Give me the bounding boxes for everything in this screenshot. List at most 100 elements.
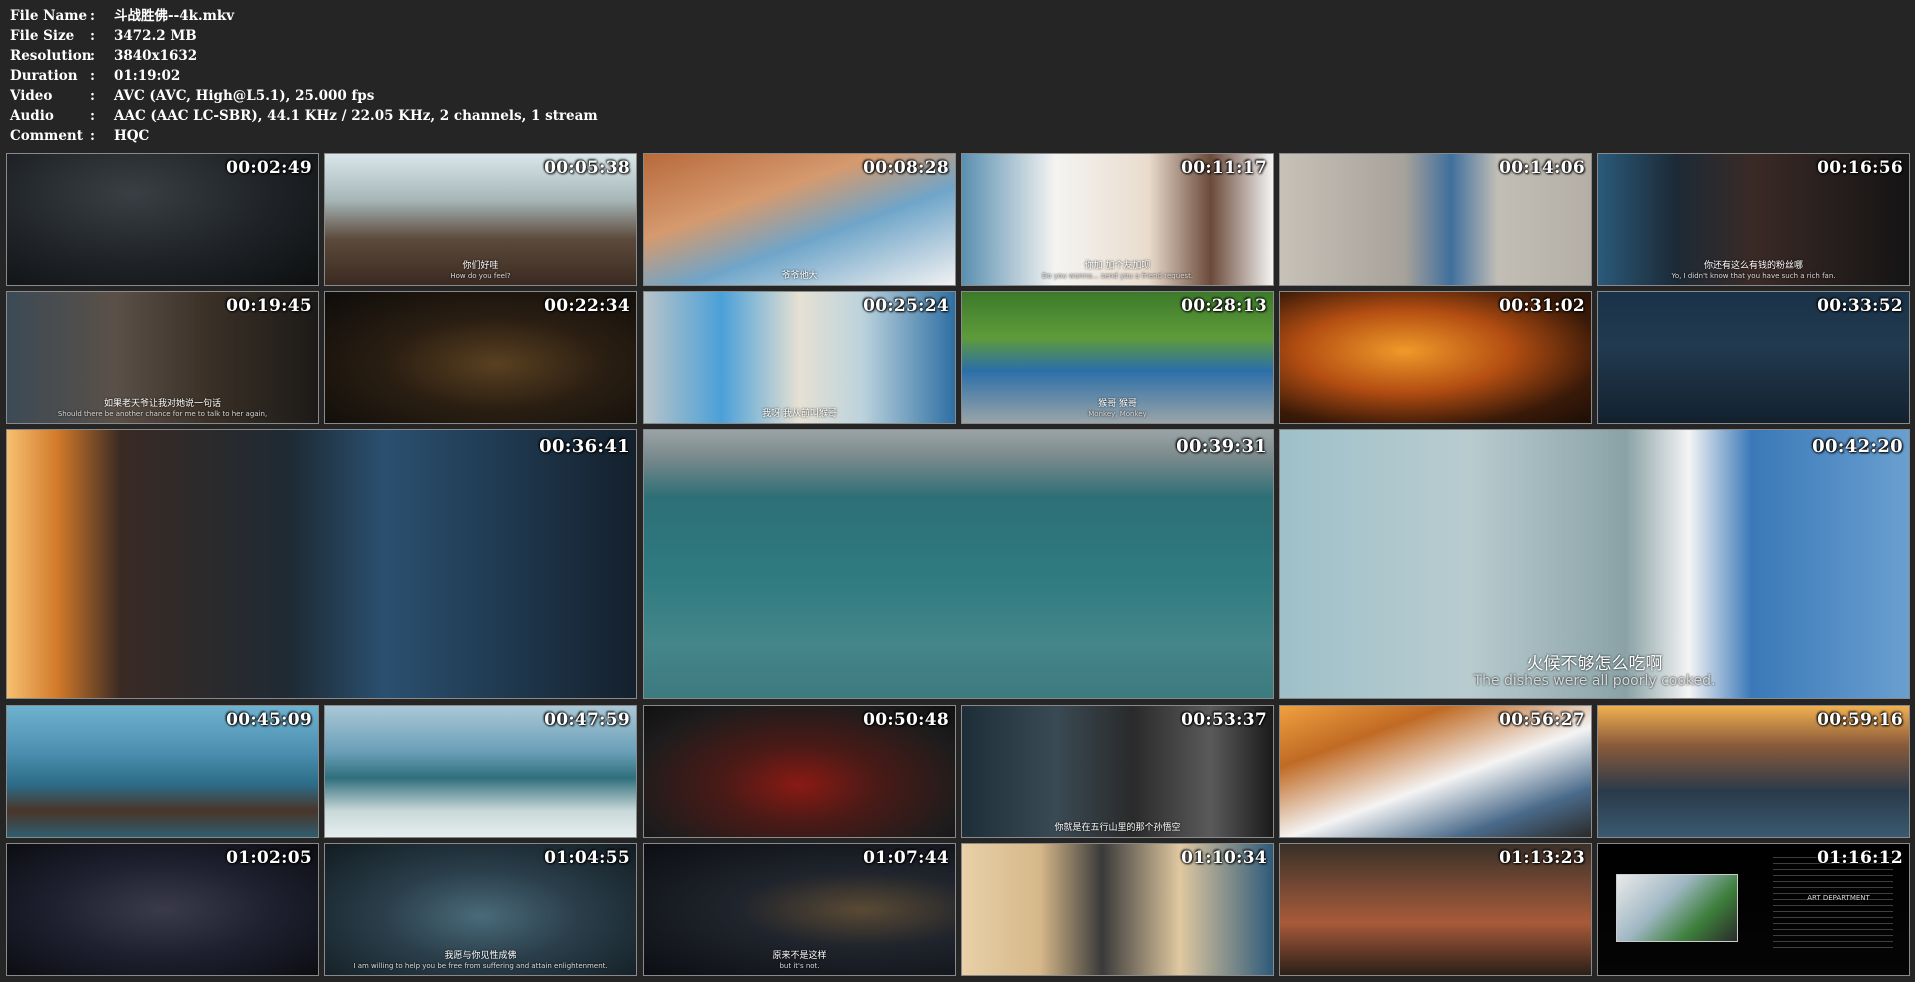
timestamp-label: 00:05:38 xyxy=(544,158,630,178)
timestamp-label: 00:08:28 xyxy=(863,158,949,178)
subtitle-chinese: 你加 加个友加呗 xyxy=(1084,261,1151,271)
timestamp-label: 00:11:17 xyxy=(1181,158,1267,178)
subtitle-chinese: 原来不是这样 xyxy=(772,951,827,961)
subtitle-english: The dishes were all poorly cooked. xyxy=(1473,673,1716,689)
timestamp-label: 00:31:02 xyxy=(1499,296,1585,316)
thumbnail: 00:53:37 你就是在五行山里的那个孙悟空 xyxy=(961,705,1274,838)
thumbnail: 00:31:02 xyxy=(1279,291,1592,424)
timestamp-label: 01:16:12 xyxy=(1817,848,1903,868)
info-colon: : xyxy=(90,108,95,124)
thumbnail: 00:25:24 我呀 我从前叫猴哥 xyxy=(643,291,956,424)
subtitle: 你们好哇 How do you feel? xyxy=(325,261,636,281)
timestamp-label: 00:45:09 xyxy=(226,710,312,730)
timestamp-label: 01:10:34 xyxy=(1181,848,1267,868)
timestamp-label: 00:28:13 xyxy=(1181,296,1267,316)
thumbnail: 00:39:31 xyxy=(643,429,1274,699)
subtitle: 我呀 我从前叫猴哥 xyxy=(644,409,955,419)
timestamp-label: 00:02:49 xyxy=(226,158,312,178)
timestamp-label: 00:42:20 xyxy=(1812,436,1903,457)
thumbnail: 00:05:38 你们好哇 How do you feel? xyxy=(324,153,637,286)
subtitle-english: How do you feel? xyxy=(450,272,511,280)
info-value: AAC (AAC LC-SBR), 44.1 KHz / 22.05 KHz, … xyxy=(114,108,598,124)
info-row: Audio: AAC (AAC LC-SBR), 44.1 KHz / 22.05… xyxy=(10,106,598,126)
subtitle: 你加 加个友加呗 Do you wanna... send you a frien… xyxy=(962,261,1273,281)
credits-photo xyxy=(1616,874,1738,942)
thumbnail: 00:56:27 xyxy=(1279,705,1592,838)
subtitle: 原来不是这样 but it's not. xyxy=(644,951,955,971)
thumbnail: 01:13:23 xyxy=(1279,843,1592,976)
subtitle-english: Do you wanna... send you a friend reques… xyxy=(1041,272,1194,280)
thumbnail: 00:45:09 xyxy=(6,705,319,838)
info-value: 3840x1632 xyxy=(114,48,198,64)
info-value: 3472.2 MB xyxy=(114,28,197,44)
timestamp-label: 00:22:34 xyxy=(544,296,630,316)
timestamp-label: 00:56:27 xyxy=(1499,710,1585,730)
info-colon: : xyxy=(90,28,95,44)
thumbnail: 00:22:34 xyxy=(324,291,637,424)
subtitle-english: but it's not. xyxy=(779,962,820,970)
subtitle: 火候不够怎么吃啊 The dishes were all poorly cooke… xyxy=(1280,656,1909,690)
subtitle: 猴哥 猴哥 Monkey, Monkey xyxy=(962,399,1273,419)
info-row: File Name: 斗战胜佛--4k.mkv xyxy=(10,6,598,26)
subtitle: 如果老天爷让我对她说一句话 Should there be another cha… xyxy=(7,399,318,419)
info-row: Comment: HQC xyxy=(10,126,598,146)
timestamp-label: 01:02:05 xyxy=(226,848,312,868)
timestamp-label: 01:07:44 xyxy=(863,848,949,868)
info-colon: : xyxy=(90,88,95,104)
thumbnail: 00:16:56 你还有这么有钱的粉丝哪 Yo, I didn't know tha… xyxy=(1597,153,1910,286)
info-row: File Size: 3472.2 MB xyxy=(10,26,598,46)
subtitle: 我愿与你见性成佛 I am willing to help you be free… xyxy=(325,951,636,971)
subtitle-chinese: 如果老天爷让我对她说一句话 xyxy=(103,399,221,409)
timestamp-label: 00:25:24 xyxy=(863,296,949,316)
timestamp-label: 00:33:52 xyxy=(1817,296,1903,316)
thumbnail: 00:36:41 xyxy=(6,429,637,699)
subtitle-chinese: 猴哥 猴哥 xyxy=(1098,399,1137,409)
subtitle-english: Monkey, Monkey xyxy=(1088,410,1147,418)
thumbnail: 00:14:06 xyxy=(1279,153,1592,286)
info-value: HQC xyxy=(114,128,150,144)
subtitle: ART DEPARTMENT xyxy=(1768,893,1909,903)
info-label: Resolution xyxy=(10,48,92,64)
timestamp-label: 00:50:48 xyxy=(863,710,949,730)
info-colon: : xyxy=(90,128,95,144)
timestamp-label: 00:16:56 xyxy=(1817,158,1903,178)
thumbnail: 00:50:48 xyxy=(643,705,956,838)
subtitle-english: I am willing to help you be free from su… xyxy=(353,962,608,970)
subtitle-chinese: 你们好哇 xyxy=(462,261,499,271)
timestamp-label: 01:04:55 xyxy=(544,848,630,868)
timestamp-label: 00:47:59 xyxy=(544,710,630,730)
thumbnail: 00:19:45 如果老天爷让我对她说一句话 Should there be ano… xyxy=(6,291,319,424)
info-row: Resolution: 3840x1632 xyxy=(10,46,598,66)
subtitle-english: Yo, I didn't know that you have such a r… xyxy=(1671,272,1836,280)
subtitle-english: Should there be another chance for me to… xyxy=(57,410,268,418)
timestamp-label: 00:39:31 xyxy=(1176,436,1267,457)
thumbnail: 00:11:17 你加 加个友加呗 Do you wanna... send you… xyxy=(961,153,1274,286)
info-label: Audio xyxy=(10,108,54,124)
timestamp-label: 01:13:23 xyxy=(1499,848,1585,868)
thumbnail: 00:47:59 xyxy=(324,705,637,838)
thumbnail-image xyxy=(644,430,1273,698)
subtitle-chinese: 你就是在五行山里的那个孙悟空 xyxy=(1054,823,1181,833)
info-label: File Size xyxy=(10,28,75,44)
info-colon: : xyxy=(90,48,95,64)
info-colon: : xyxy=(90,8,95,24)
info-label: File Name xyxy=(10,8,88,24)
info-label: Video xyxy=(10,88,53,104)
subtitle-chinese: 你还有这么有钱的粉丝哪 xyxy=(1703,261,1803,271)
timestamp-label: 00:14:06 xyxy=(1499,158,1585,178)
thumbnail: 00:42:20 火候不够怎么吃啊 The dishes were all poor… xyxy=(1279,429,1910,699)
timestamp-label: 00:53:37 xyxy=(1181,710,1267,730)
thumbnail: 00:02:49 xyxy=(6,153,319,286)
info-colon: : xyxy=(90,68,95,84)
thumbnail: 00:28:13 猴哥 猴哥 Monkey, Monkey xyxy=(961,291,1274,424)
info-label: Duration xyxy=(10,68,78,84)
subtitle: 你还有这么有钱的粉丝哪 Yo, I didn't know that you ha… xyxy=(1598,261,1909,281)
thumbnail: 00:08:28 爷爷他大 xyxy=(643,153,956,286)
subtitle-chinese: 我愿与你见性成佛 xyxy=(444,951,517,961)
info-value: 01:19:02 xyxy=(114,68,181,84)
subtitle-english: ART DEPARTMENT xyxy=(1807,894,1870,902)
subtitle: 爷爷他大 xyxy=(644,271,955,281)
info-row: Video: AVC (AVC, High@L5.1), 25.000 fps xyxy=(10,86,598,106)
timestamp-label: 00:36:41 xyxy=(539,436,630,457)
timestamp-label: 00:19:45 xyxy=(226,296,312,316)
